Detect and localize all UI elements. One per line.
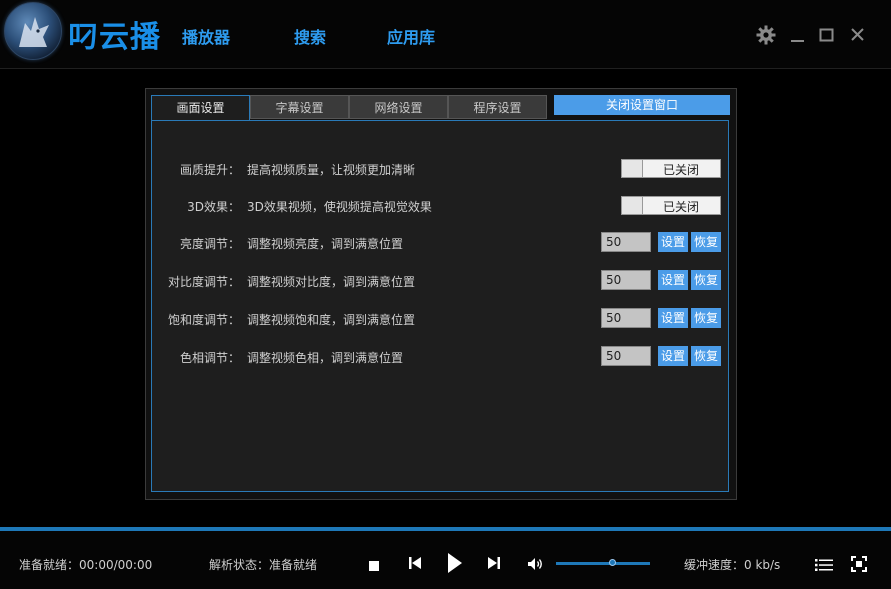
tab-network-settings[interactable]: 网络设置 bbox=[349, 95, 448, 119]
toggle-state: 已关闭 bbox=[662, 200, 699, 214]
tab-picture-settings[interactable]: 画面设置 bbox=[151, 95, 250, 121]
minimize-icon[interactable] bbox=[787, 24, 809, 46]
setting-row-3d: 3D效果： 3D效果视频，使视频提高视觉效果 已关闭 bbox=[152, 194, 730, 216]
setting-description: 3D效果视频，使视频提高视觉效果 bbox=[247, 200, 432, 214]
brightness-reset-button[interactable]: 恢复 bbox=[691, 232, 721, 252]
hue-reset-button[interactable]: 恢复 bbox=[691, 346, 721, 366]
player-control-bar: 准备就绪：00:00/00:00 解析状态：准备就绪 缓冲速度：0 kb/s bbox=[0, 531, 891, 589]
setting-row-brightness: 亮度调节： 调整视频亮度，调到满意位置 50 设置 恢复 bbox=[152, 231, 730, 253]
brightness-input[interactable]: 50 bbox=[601, 232, 651, 252]
brightness-set-button[interactable]: 设置 bbox=[658, 232, 688, 252]
toggle-knob bbox=[622, 197, 643, 214]
ready-status: 准备就绪：00:00/00:00 bbox=[19, 558, 153, 572]
hue-input[interactable]: 50 bbox=[601, 346, 651, 366]
nav-app-library[interactable]: 应用库 bbox=[387, 24, 435, 48]
title-bar: 叼云播 播放器 搜索 应用库 bbox=[0, 0, 891, 69]
stop-icon[interactable] bbox=[368, 557, 380, 571]
toggle-state: 已关闭 bbox=[662, 163, 699, 177]
tab-program-settings[interactable]: 程序设置 bbox=[448, 95, 547, 119]
saturation-set-button[interactable]: 设置 bbox=[658, 308, 688, 328]
contrast-input[interactable]: 50 bbox=[601, 270, 651, 290]
close-settings-button[interactable]: 关闭设置窗口 bbox=[554, 95, 730, 115]
hue-set-button[interactable]: 设置 bbox=[658, 346, 688, 366]
app-title: 叼云播 bbox=[68, 20, 161, 55]
playlist-icon[interactable] bbox=[815, 557, 833, 571]
saturation-input[interactable]: 50 bbox=[601, 308, 651, 328]
setting-label: 色相调节： bbox=[179, 351, 240, 365]
setting-description: 调整视频色相，调到满意位置 bbox=[247, 351, 404, 365]
setting-description: 调整视频亮度，调到满意位置 bbox=[247, 237, 404, 251]
setting-description: 提高视频质量，让视频更加清晰 bbox=[247, 163, 416, 177]
setting-label: 饱和度调节： bbox=[167, 313, 240, 327]
contrast-set-button[interactable]: 设置 bbox=[658, 270, 688, 290]
next-icon[interactable] bbox=[487, 555, 501, 571]
setting-label: 画质提升： bbox=[179, 163, 240, 177]
3d-effect-toggle[interactable]: 已关闭 bbox=[621, 196, 721, 215]
fullscreen-icon[interactable] bbox=[851, 556, 867, 572]
parse-status: 解析状态：准备就绪 bbox=[209, 558, 318, 572]
setting-row-hue: 色相调节： 调整视频色相，调到满意位置 50 设置 恢复 bbox=[152, 345, 730, 367]
setting-row-quality: 画质提升： 提高视频质量，让视频更加清晰 已关闭 bbox=[152, 157, 730, 179]
settings-content: 画质提升： 提高视频质量，让视频更加清晰 已关闭 3D效果： 3D效果视频，使视… bbox=[151, 120, 729, 492]
play-icon[interactable] bbox=[446, 551, 464, 575]
previous-icon[interactable] bbox=[408, 555, 422, 571]
setting-row-contrast: 对比度调节： 调整视频对比度，调到满意位置 50 设置 恢复 bbox=[152, 269, 730, 291]
setting-label: 3D效果： bbox=[187, 200, 240, 214]
setting-label: 亮度调节： bbox=[179, 237, 240, 251]
tab-subtitle-settings[interactable]: 字幕设置 bbox=[250, 95, 349, 119]
toggle-knob bbox=[622, 160, 643, 177]
close-icon[interactable] bbox=[847, 24, 869, 46]
nav-search[interactable]: 搜索 bbox=[294, 24, 326, 48]
nav-player[interactable]: 播放器 bbox=[182, 24, 230, 48]
setting-row-saturation: 饱和度调节： 调整视频饱和度，调到满意位置 50 设置 恢复 bbox=[152, 307, 730, 329]
saturation-reset-button[interactable]: 恢复 bbox=[691, 308, 721, 328]
setting-description: 调整视频饱和度，调到满意位置 bbox=[247, 313, 416, 327]
settings-panel: 画面设置 字幕设置 网络设置 程序设置 关闭设置窗口 画质提升： 提高视频质量，… bbox=[145, 88, 737, 500]
buffer-speed: 缓冲速度：0 kb/s bbox=[684, 558, 781, 572]
contrast-reset-button[interactable]: 恢复 bbox=[691, 270, 721, 290]
volume-icon[interactable] bbox=[527, 556, 545, 570]
setting-label: 对比度调节： bbox=[167, 275, 240, 289]
wolf-logo-icon bbox=[4, 2, 62, 60]
volume-slider[interactable] bbox=[556, 559, 650, 566]
volume-slider-thumb[interactable] bbox=[608, 559, 616, 566]
gear-icon[interactable] bbox=[755, 24, 777, 46]
maximize-icon[interactable] bbox=[816, 24, 838, 46]
setting-description: 调整视频对比度，调到满意位置 bbox=[247, 275, 416, 289]
quality-toggle[interactable]: 已关闭 bbox=[621, 159, 721, 178]
